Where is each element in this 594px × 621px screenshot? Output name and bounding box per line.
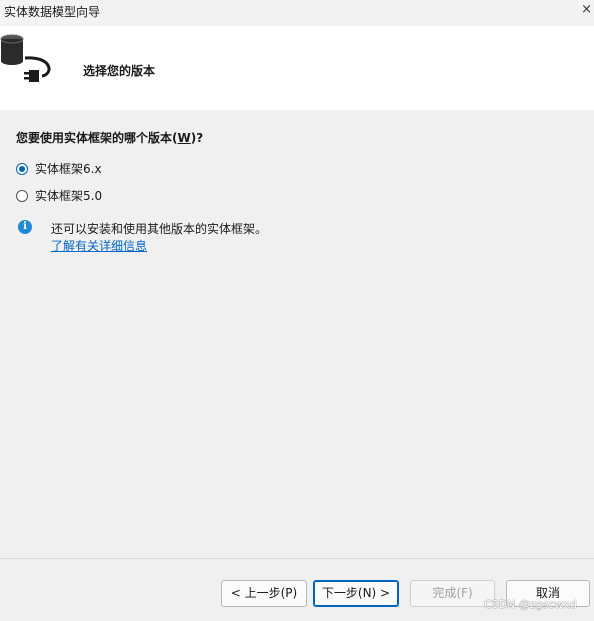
wizard-content: 您要使用实体框架的哪个版本(W)? 实体框架6.x 实体框架5.0 i 还可以安… [0,110,594,558]
finish-button[interactable]: 完成(F) [410,580,495,607]
learn-more-link[interactable]: 了解有关详细信息 [51,237,147,254]
radio-label-ef6: 实体框架6.x [35,162,102,176]
next-button[interactable]: 下一步(N) > [313,580,399,607]
back-button[interactable]: < 上一步(P) [221,580,307,607]
wizard-header: 选择您的版本 [0,26,594,110]
watermark: CSDN @zgscwxd [484,598,577,611]
title-bar: 实体数据模型向导 × [0,0,594,26]
question-accelerator: W [177,131,191,145]
info-text: 还可以安装和使用其他版本的实体框架。 [51,222,268,236]
close-icon[interactable]: × [581,2,592,17]
info-icon: i [18,220,32,234]
radio-button-ef6[interactable] [16,162,28,175]
version-question: 您要使用实体框架的哪个版本(W)? [16,131,204,145]
window-title: 实体数据模型向导 [4,5,101,19]
database-plug-icon [0,34,51,82]
radio-button-ef5[interactable] [16,189,28,202]
wizard-footer: < 上一步(P) 下一步(N) > 完成(F) 取消 [0,559,594,621]
radio-option-ef5[interactable]: 实体框架5.0 [16,187,102,204]
radio-label-ef5: 实体框架5.0 [35,189,103,203]
radio-option-ef6[interactable]: 实体框架6.x [16,160,102,177]
page-title: 选择您的版本 [83,64,156,78]
